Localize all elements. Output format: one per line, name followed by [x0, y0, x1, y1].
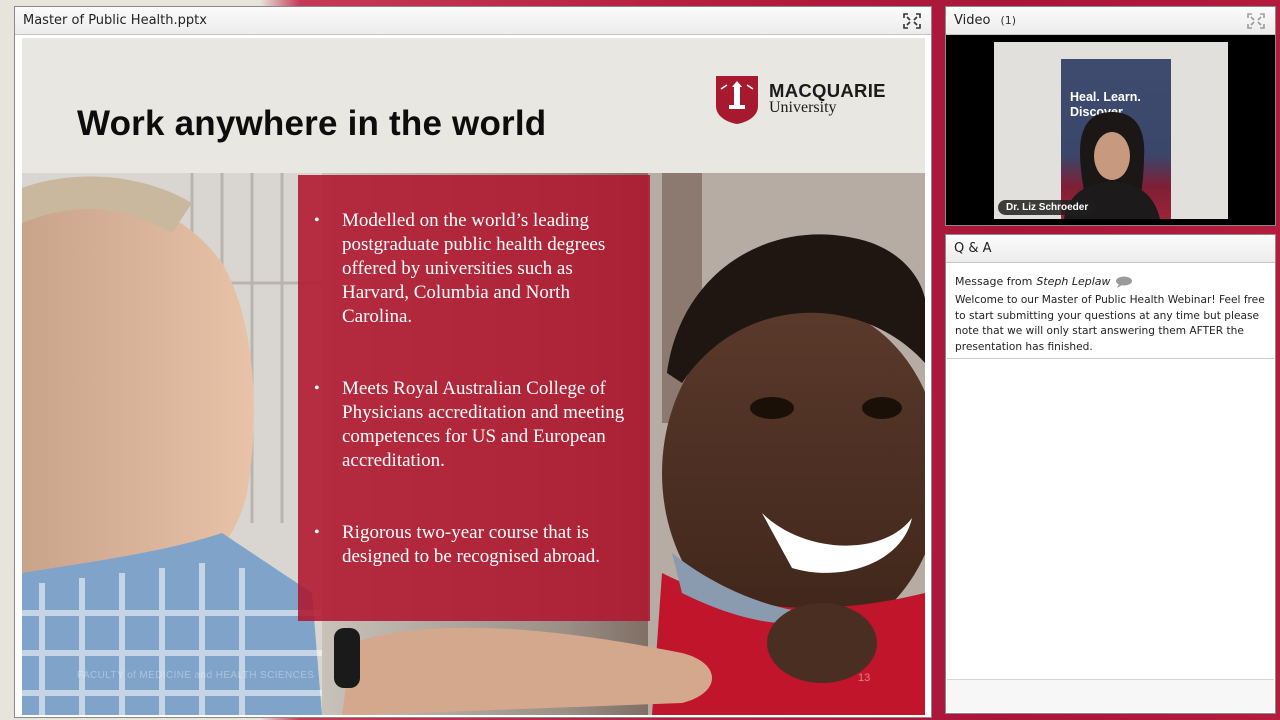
message-header: Message from Steph Leplaw [955, 275, 1266, 288]
question-input[interactable] [947, 679, 1274, 712]
expand-icon[interactable] [1247, 13, 1265, 29]
bullet-text: Rigorous two-year course that is designe… [342, 522, 600, 567]
slide: Work anywhere in the world MACQUARIE Uni… [22, 38, 925, 715]
qa-pod-header: Q & A [946, 235, 1275, 263]
video-pod: Video (1) Heal. Learn. Discover. Dr. Liz… [945, 6, 1276, 226]
qa-pod-title: Q & A [954, 241, 992, 256]
speech-bubble-icon [1115, 276, 1132, 288]
bullet-item: • Modelled on the world’s leading postgr… [314, 209, 636, 329]
presentation-file-title: Master of Public Health.pptx [23, 13, 207, 28]
slide-footer: FACULTY of MEDICINE and HEALTH SCIENCES [77, 670, 315, 681]
presenter-silhouette [1064, 112, 1160, 219]
message-author: Steph Leplaw [1036, 275, 1111, 288]
bullet-text: Modelled on the world’s leading postgrad… [342, 210, 606, 327]
university-crest-icon [716, 76, 758, 124]
presentation-pod-header: Master of Public Health.pptx [15, 7, 931, 35]
slide-heading: Work anywhere in the world [77, 104, 547, 143]
video-pod-header: Video (1) [946, 7, 1275, 35]
qa-pod: Q & A Message from Steph Leplaw Welcome … [945, 234, 1276, 714]
bullet-glyph: • [314, 524, 320, 541]
bullet-text: Meets Royal Australian College of Physic… [342, 378, 625, 471]
message-prefix: Message from [955, 275, 1033, 288]
presenter-name-tag: Dr. Liz Schroeder [998, 200, 1097, 215]
qa-message: Message from Steph Leplaw Welcome to our… [947, 265, 1274, 359]
bullet-item: • Meets Royal Australian College of Phys… [314, 377, 636, 473]
bullet-item: • Rigorous two-year course that is desig… [314, 521, 636, 569]
bullet-glyph: • [314, 380, 320, 397]
presentation-pod: Master of Public Health.pptx Work anywhe… [14, 6, 932, 718]
logo-name-line2: University [769, 99, 837, 116]
video-pod-title: Video [954, 13, 991, 28]
message-body: Welcome to our Master of Public Health W… [955, 294, 1265, 353]
bullet-panel: • Modelled on the world’s leading postgr… [298, 175, 650, 621]
expand-icon[interactable] [903, 13, 921, 29]
video-feed[interactable]: Heal. Learn. Discover. Dr. Liz Schroeder [994, 42, 1228, 219]
video-count: (1) [1000, 14, 1017, 27]
bullet-glyph: • [314, 212, 320, 229]
macquarie-logo: MACQUARIE University [715, 75, 885, 125]
slide-page-number: 13 [858, 672, 871, 684]
